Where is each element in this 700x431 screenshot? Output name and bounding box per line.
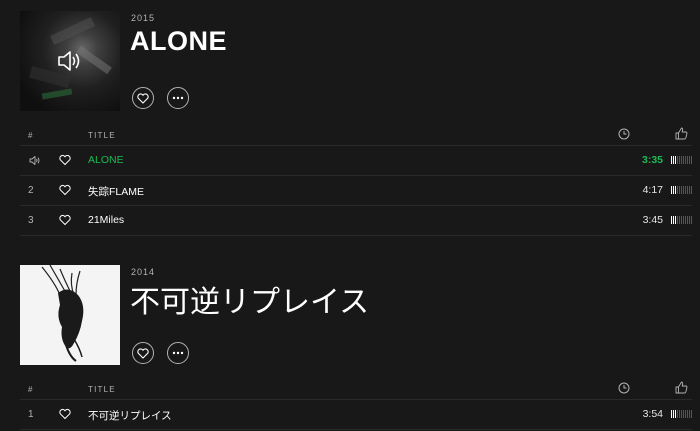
clock-icon[interactable] xyxy=(618,382,630,394)
track-row[interactable]: 1 不可逆リプレイス 3:54 xyxy=(20,400,692,430)
save-album-button[interactable] xyxy=(132,342,154,364)
popularity-bar xyxy=(671,410,692,418)
heart-icon[interactable] xyxy=(59,214,71,226)
heart-icon[interactable] xyxy=(59,154,71,166)
track-number: 2 xyxy=(28,185,34,196)
popularity-bar xyxy=(671,156,692,164)
tracklist-header: # TITLE xyxy=(20,379,692,400)
track-title: ALONE xyxy=(88,154,124,166)
track-number: 3 xyxy=(28,215,34,226)
track-title: 失踪FLAME xyxy=(88,186,145,198)
track-title: 21Miles xyxy=(88,214,125,226)
album-year: 2015 xyxy=(131,13,156,23)
track-duration: 3:54 xyxy=(642,408,663,420)
now-playing-speaker-icon xyxy=(29,156,40,165)
track-number: 1 xyxy=(28,409,34,420)
tracklist-header: # TITLE xyxy=(20,125,692,146)
heart-icon xyxy=(137,92,149,104)
track-row[interactable]: 3 21Miles 3:45 xyxy=(20,206,692,236)
heart-icon xyxy=(137,347,149,359)
more-options-button[interactable] xyxy=(167,87,189,109)
thumbs-up-icon[interactable] xyxy=(675,381,688,394)
column-title[interactable]: TITLE xyxy=(88,385,116,394)
thumbs-up-icon[interactable] xyxy=(675,127,688,140)
column-number: # xyxy=(28,131,34,140)
heart-icon[interactable] xyxy=(59,408,71,420)
album-year: 2014 xyxy=(131,267,156,277)
ellipsis-icon xyxy=(172,351,184,355)
popularity-bar xyxy=(671,216,692,224)
album-title: ALONE xyxy=(130,26,227,56)
track-row[interactable]: ALONE 3:35 xyxy=(20,146,692,176)
more-options-button[interactable] xyxy=(167,342,189,364)
column-number: # xyxy=(28,385,34,394)
album-art xyxy=(41,265,84,362)
track-duration: 3:45 xyxy=(642,214,663,226)
ellipsis-icon xyxy=(172,96,184,100)
speaker-icon[interactable] xyxy=(56,47,84,75)
tracklist: ALONE 3:35 2 失踪FLAME 4:17 3 21Miles 3:45 xyxy=(20,146,692,236)
heart-icon[interactable] xyxy=(59,184,71,196)
album-cover-alone[interactable] xyxy=(20,11,120,111)
track-duration: 4:17 xyxy=(642,184,663,196)
column-title[interactable]: TITLE xyxy=(88,131,116,140)
save-album-button[interactable] xyxy=(132,87,154,109)
track-row[interactable]: 2 失踪FLAME 4:17 xyxy=(20,176,692,206)
track-title: 不可逆リプレイス xyxy=(88,410,172,422)
popularity-bar xyxy=(671,186,692,194)
clock-icon[interactable] xyxy=(618,128,630,140)
album-cover-fukagyaku-replace[interactable] xyxy=(20,265,120,365)
tracklist: 1 不可逆リプレイス 3:54 xyxy=(20,400,692,430)
track-duration: 3:35 xyxy=(641,154,663,166)
album-title: 不可逆リプレイス xyxy=(130,286,370,319)
